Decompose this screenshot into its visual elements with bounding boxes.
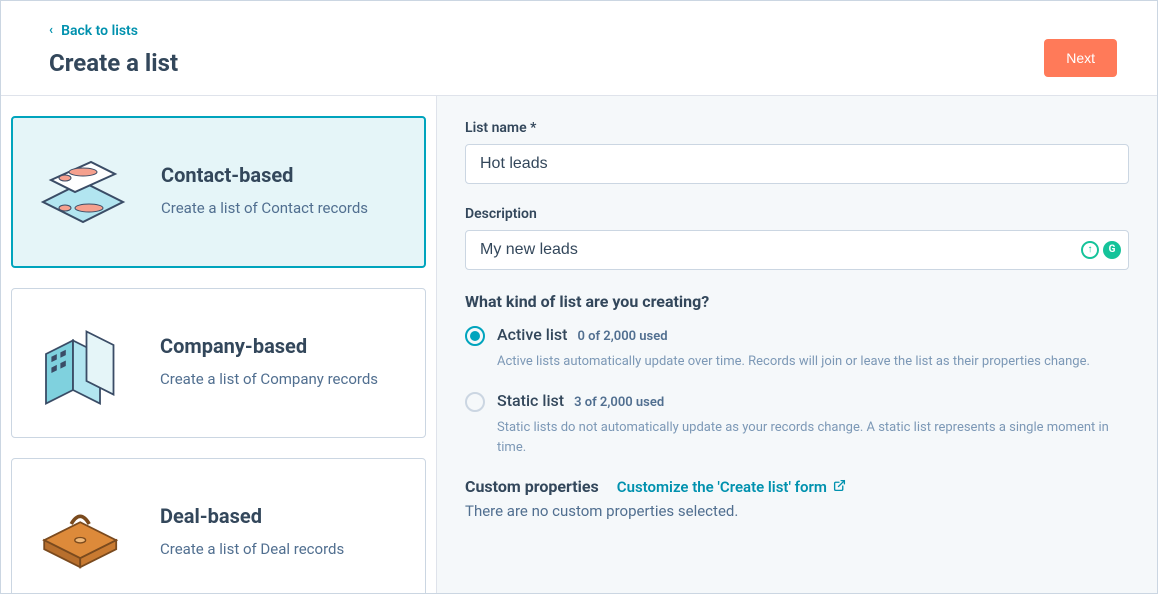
grammarly-widget: ↑ G <box>1081 241 1121 259</box>
radio-static-list[interactable] <box>465 392 485 412</box>
page-title: Create a list <box>49 49 178 77</box>
contact-list-icon <box>33 142 133 242</box>
custom-properties-heading: Custom properties <box>465 477 599 496</box>
radio-active-label: Active list <box>497 325 567 344</box>
company-list-icon <box>32 313 132 413</box>
list-name-label: List name * <box>465 120 1129 136</box>
radio-active-list[interactable] <box>465 326 485 346</box>
description-input[interactable] <box>465 230 1129 270</box>
customize-form-label: Customize the 'Create list' form <box>617 478 827 496</box>
list-type-company[interactable]: Company-based Create a list of Company r… <box>11 288 426 438</box>
next-button[interactable]: Next <box>1044 39 1117 77</box>
list-kind-heading: What kind of list are you creating? <box>465 292 1129 311</box>
back-to-lists-link[interactable]: ‹ Back to lists <box>49 23 138 39</box>
external-link-icon <box>833 479 846 496</box>
page-header: ‹ Back to lists Create a list Next <box>1 1 1157 96</box>
back-link-label: Back to lists <box>61 23 138 39</box>
list-type-title: Company-based <box>160 334 378 358</box>
deal-list-icon <box>32 483 132 583</box>
list-name-input[interactable] <box>465 144 1129 184</box>
grammarly-arrow-icon[interactable]: ↑ <box>1081 241 1099 259</box>
no-custom-properties-text: There are no custom properties selected. <box>465 502 1129 520</box>
radio-active-usage: 0 of 2,000 used <box>577 329 667 344</box>
grammarly-g-icon[interactable]: G <box>1103 241 1121 259</box>
list-type-title: Deal-based <box>160 504 344 528</box>
radio-static-usage: 3 of 2,000 used <box>574 395 664 410</box>
list-type-desc: Create a list of Company records <box>160 368 378 391</box>
list-type-title: Contact-based <box>161 163 368 187</box>
radio-active-desc: Active lists automatically update over t… <box>497 352 1129 372</box>
list-type-contact[interactable]: Contact-based Create a list of Contact r… <box>11 116 426 268</box>
list-type-desc: Create a list of Contact records <box>161 197 368 220</box>
list-form-pane: List name * Description ↑ G What kind of… <box>437 96 1157 594</box>
radio-static-desc: Static lists do not automatically update… <box>497 418 1129 457</box>
list-type-deal[interactable]: Deal-based Create a list of Deal records <box>11 458 426 594</box>
description-label: Description <box>465 206 1129 222</box>
list-type-desc: Create a list of Deal records <box>160 538 344 561</box>
radio-static-label: Static list <box>497 391 564 410</box>
customize-form-link[interactable]: Customize the 'Create list' form <box>617 478 846 496</box>
chevron-left-icon: ‹ <box>49 23 53 38</box>
list-type-pane: Contact-based Create a list of Contact r… <box>1 96 437 594</box>
